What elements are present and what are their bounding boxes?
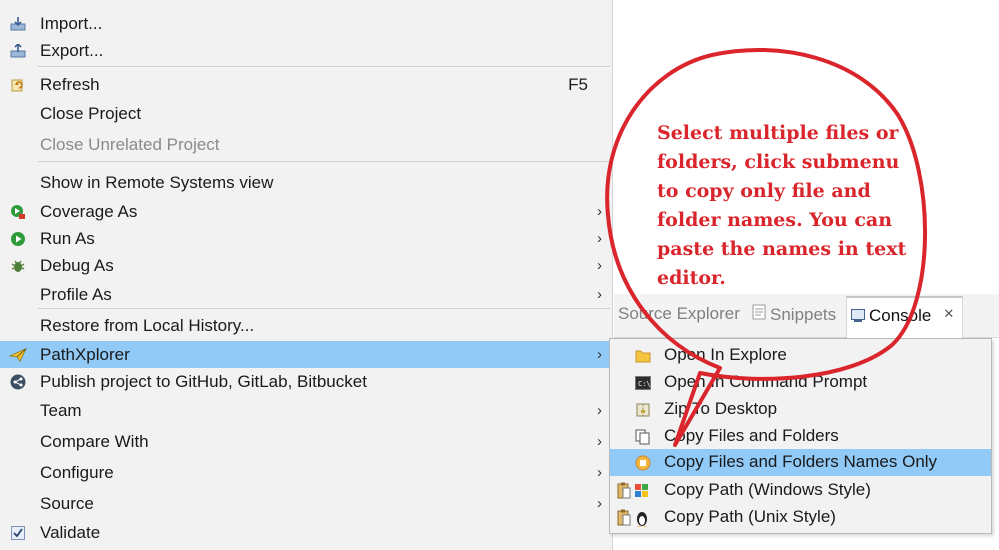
callout-line: folder names. You can [657, 209, 893, 231]
callout-text: Select multiple files or folders, click … [657, 119, 912, 293]
context-menu: Import... Export... Refresh F5 Close Pro… [0, 0, 613, 550]
menu-item-configure[interactable]: Configure › [0, 459, 612, 486]
menu-item-debug-as[interactable]: Debug As › [0, 252, 612, 279]
menu-item-label: Validate [40, 522, 101, 542]
menu-separator [38, 66, 610, 67]
menu-item-label: Source [40, 493, 94, 513]
svg-text:C:\: C:\ [638, 380, 651, 388]
copy-names-icon [634, 454, 652, 472]
menu-item-label: Compare With [40, 431, 149, 451]
menu-item-restore-local-history[interactable]: Restore from Local History... [0, 312, 612, 339]
submenu-arrow-icon: › [597, 464, 602, 481]
import-icon [9, 15, 27, 33]
submenu-arrow-icon: › [597, 257, 602, 274]
menu-item-close-unrelated-project: Close Unrelated Project [0, 131, 612, 158]
refresh-icon [9, 76, 27, 94]
menu-item-label: Close Project [40, 103, 142, 123]
menu-item-label: Debug As [40, 255, 114, 275]
view-tab-bar: Source Explorer Snippets Console ✕ [614, 294, 999, 338]
submenu-item-label: Open In Explore [664, 345, 787, 364]
callout-line: Select multiple files or [657, 122, 899, 144]
submenu-item-copy-files-and-folders[interactable]: Copy Files and Folders [610, 423, 991, 450]
menu-item-compare-with[interactable]: Compare With › [0, 428, 612, 455]
command-prompt-icon: C:\ [634, 374, 652, 392]
menu-item-label: Publish project to GitHub, GitLab, Bitbu… [40, 371, 367, 391]
callout-line: folders, click submenu [657, 151, 900, 173]
menu-item-label: Coverage As [40, 201, 138, 221]
menu-item-export[interactable]: Export... [0, 37, 612, 64]
pathxplorer-icon [9, 346, 27, 364]
submenu-item-copy-path-windows[interactable]: Copy Path (Windows Style) [610, 477, 991, 504]
folder-icon [634, 347, 652, 365]
zip-icon [634, 401, 652, 419]
tab-label: Snippets [770, 304, 837, 324]
menu-item-label: Refresh [40, 74, 100, 94]
menu-separator [38, 308, 610, 309]
menu-item-label: PathXplorer [40, 344, 130, 364]
submenu-arrow-icon: › [597, 495, 602, 512]
submenu-arrow-icon: › [597, 346, 602, 363]
menu-item-source[interactable]: Source › [0, 490, 612, 517]
submenu-item-label: Copy Path (Windows Style) [664, 480, 871, 499]
menu-item-label: Close Unrelated Project [40, 134, 220, 154]
submenu-arrow-icon: › [597, 230, 602, 247]
pathxplorer-submenu: Open In Explore C:\ Open In Command Prom… [609, 338, 992, 534]
menu-item-coverage-as[interactable]: Coverage As › [0, 198, 612, 225]
export-icon [9, 42, 27, 60]
submenu-arrow-icon: › [597, 203, 602, 220]
menu-item-label: Team [40, 400, 82, 420]
submenu-arrow-icon: › [597, 402, 602, 419]
tab-source-explorer[interactable]: Source Explorer [618, 304, 740, 324]
tab-label: Source Explorer [618, 304, 740, 323]
copy-files-icon [634, 428, 652, 446]
callout-line: editor. [657, 267, 726, 289]
menu-item-label: Run As [40, 228, 95, 248]
menu-item-import[interactable]: Import... [0, 10, 612, 37]
coverage-icon [9, 203, 27, 221]
debug-bug-icon [9, 257, 27, 275]
menu-item-label: Configure [40, 462, 114, 482]
menu-item-validate[interactable]: Validate [0, 519, 612, 546]
submenu-item-open-in-explore[interactable]: Open In Explore [610, 342, 991, 369]
submenu-item-copy-path-unix[interactable]: Copy Path (Unix Style) [610, 504, 991, 531]
tab-label: Console [869, 306, 932, 325]
submenu-item-label: Open In Command Prompt [664, 372, 868, 391]
menu-item-label: Show in Remote Systems view [40, 172, 274, 192]
menu-item-label: Import... [40, 13, 103, 33]
menu-item-label: Restore from Local History... [40, 315, 255, 335]
menu-item-publish-project[interactable]: Publish project to GitHub, GitLab, Bitbu… [0, 368, 612, 395]
submenu-item-label: Copy Path (Unix Style) [664, 507, 836, 526]
checkbox-icon [9, 524, 27, 542]
snippets-icon [752, 304, 766, 325]
console-icon [851, 308, 865, 328]
menu-item-refresh[interactable]: Refresh F5 [0, 71, 612, 98]
menu-item-label: Export... [40, 40, 104, 60]
submenu-arrow-icon: › [597, 286, 602, 303]
submenu-item-label: Copy Files and Folders [664, 426, 839, 445]
tab-console[interactable]: Console ✕ [846, 296, 964, 338]
menu-item-pathxplorer[interactable]: PathXplorer › [0, 341, 612, 368]
share-icon [9, 373, 27, 391]
submenu-item-open-in-command-prompt[interactable]: C:\ Open In Command Prompt [610, 369, 991, 396]
unix-path-icon [616, 509, 652, 527]
menu-item-show-in-remote-systems[interactable]: Show in Remote Systems view [0, 169, 612, 196]
shortcut-label: F5 [568, 74, 588, 94]
menu-item-profile-as[interactable]: Profile As › [0, 281, 612, 308]
windows-path-icon [616, 482, 652, 500]
menu-item-label: Profile As [40, 284, 112, 304]
callout-line: paste the names in text [657, 238, 907, 260]
submenu-item-label: Zip To Desktop [664, 399, 778, 418]
submenu-item-label: Copy Files and Folders Names Only [664, 452, 938, 471]
callout-line: to copy only file and [657, 180, 871, 202]
submenu-item-copy-names-only[interactable]: Copy Files and Folders Names Only [610, 449, 991, 476]
run-icon [9, 230, 27, 248]
menu-item-run-as[interactable]: Run As › [0, 225, 612, 252]
close-icon[interactable]: ✕ [943, 306, 954, 322]
menu-item-team[interactable]: Team › [0, 397, 612, 424]
submenu-item-zip-to-desktop[interactable]: Zip To Desktop [610, 396, 991, 423]
submenu-arrow-icon: › [597, 433, 602, 450]
menu-item-close-project[interactable]: Close Project [0, 100, 612, 127]
tab-snippets[interactable]: Snippets [752, 304, 836, 325]
menu-separator [38, 161, 610, 162]
